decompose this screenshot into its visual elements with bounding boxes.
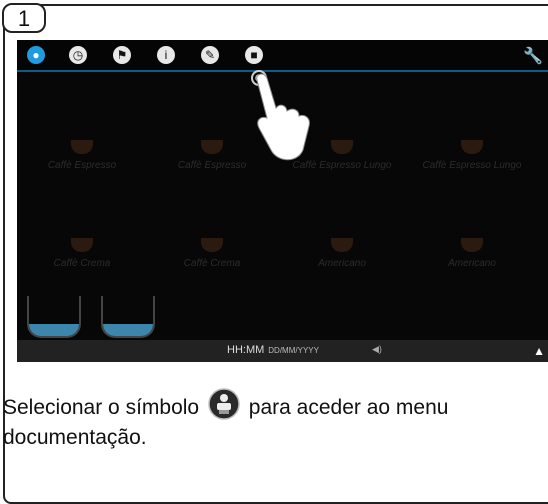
info-icon[interactable]: i xyxy=(157,46,175,64)
pointing-hand-icon xyxy=(251,70,310,161)
clock-icon[interactable]: ◷ xyxy=(69,46,87,64)
caption-text-before: Selecionar o símbolo xyxy=(3,396,200,419)
cup-icon xyxy=(71,238,93,252)
product-label: Americano xyxy=(318,258,366,269)
wrench-icon[interactable]: 🔧 xyxy=(523,46,543,66)
date-text: DD/MM/YYYY xyxy=(268,346,319,355)
product-tile[interactable]: Americano xyxy=(407,238,537,269)
top-toolbar: ● ◷ ⚑ i ✎ ■ 🔧 xyxy=(17,40,548,70)
cup-icon xyxy=(201,140,223,154)
caption-text-line2: documentação. xyxy=(3,426,147,449)
documentation-icon xyxy=(208,388,240,420)
machine-screen: ● ◷ ⚑ i ✎ ■ 🔧 Caffè Espresso Caffè Espre… xyxy=(17,40,548,362)
instruction-caption: Selecionar o símbolo para aceder ao menu… xyxy=(3,388,448,453)
volume-icon[interactable]: ◀) xyxy=(372,344,382,355)
product-tile[interactable]: Caffè Espresso Lungo xyxy=(407,140,537,171)
product-tile[interactable]: Caffè Crema xyxy=(147,238,277,269)
cup-icon xyxy=(331,238,353,252)
product-label: Americano xyxy=(448,258,496,269)
milk-level xyxy=(29,324,79,336)
scroll-up-icon[interactable]: ▲ xyxy=(533,344,545,358)
documentation-icon[interactable]: ■ xyxy=(245,46,263,64)
water-drop-icon[interactable]: ● xyxy=(27,46,45,64)
time-text: HH:MM xyxy=(227,344,265,356)
product-tile[interactable]: Caffè Espresso xyxy=(17,140,147,171)
product-label: Caffè Espresso xyxy=(47,160,117,171)
product-tile[interactable]: Americano xyxy=(277,238,407,269)
milk-jug-icon xyxy=(101,296,155,338)
milk-level xyxy=(103,324,153,336)
product-label: Caffè Espresso xyxy=(177,160,247,171)
status-bar: HH:MM DD/MM/YYYY ◀) ▲ xyxy=(17,340,548,362)
product-tile[interactable]: Caffè Crema xyxy=(17,238,147,269)
caption-text-after: para aceder ao menu xyxy=(248,396,449,419)
milk-jug-icon xyxy=(27,296,81,338)
cup-icon xyxy=(201,238,223,252)
product-label: Caffè Crema xyxy=(53,258,111,269)
pencil-icon[interactable]: ✎ xyxy=(201,46,219,64)
cup-icon xyxy=(71,140,93,154)
status-time: HH:MM DD/MM/YYYY xyxy=(227,344,319,356)
product-label: Caffè Crema xyxy=(183,258,241,269)
step-number-badge: 1 xyxy=(2,3,46,33)
cup-icon xyxy=(331,140,353,154)
cup-icon xyxy=(461,140,483,154)
flag-icon[interactable]: ⚑ xyxy=(113,46,131,64)
product-label: Caffè Espresso Lungo xyxy=(422,160,522,171)
cup-icon xyxy=(461,238,483,252)
